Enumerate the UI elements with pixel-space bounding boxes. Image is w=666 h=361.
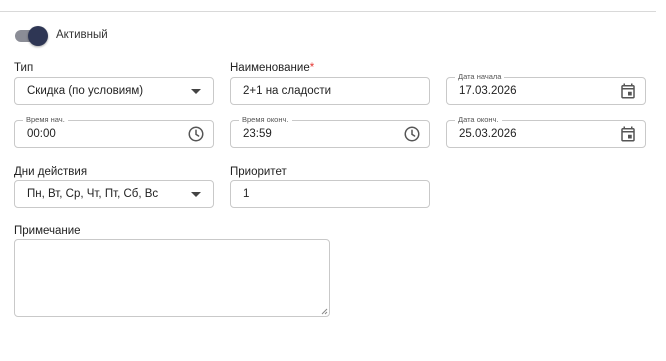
toggle-thumb (28, 26, 48, 46)
days-select[interactable]: Пн, Вт, Ср, Чт, Пт, Сб, Вс (14, 180, 214, 208)
active-toggle-label: Активный (56, 29, 108, 41)
top-divider (0, 11, 656, 12)
priority-input-value: 1 (243, 188, 250, 200)
note-label: Примечание (14, 225, 81, 237)
name-label: Наименование* (230, 62, 314, 74)
calendar-icon[interactable] (619, 125, 637, 143)
clock-icon[interactable] (403, 125, 421, 143)
clock-icon[interactable] (187, 125, 205, 143)
end-time-value: 23:59 (243, 128, 272, 140)
name-input[interactable]: 2+1 на сладости (230, 77, 430, 105)
start-time-field[interactable]: Время нач. 00:00 (14, 115, 214, 148)
type-select[interactable]: Скидка (по условиям) (14, 77, 214, 105)
start-date-field[interactable]: Дата начала 17.03.2026 (446, 72, 646, 105)
resize-grip-icon[interactable] (320, 307, 328, 315)
days-label: Дни действия (14, 166, 88, 178)
note-textarea[interactable] (14, 239, 330, 317)
type-select-value: Скидка (по условиям) (27, 85, 144, 97)
start-date-value: 17.03.2026 (459, 85, 517, 97)
chevron-down-icon (191, 89, 201, 94)
required-asterisk: * (309, 62, 315, 74)
days-select-value: Пн, Вт, Ср, Чт, Пт, Сб, Вс (27, 188, 159, 200)
start-time-value: 00:00 (27, 128, 56, 140)
end-date-value: 25.03.2026 (459, 128, 517, 140)
calendar-icon[interactable] (619, 82, 637, 100)
name-label-text: Наименование (230, 62, 310, 74)
active-toggle[interactable] (14, 26, 48, 46)
chevron-down-icon (191, 192, 201, 197)
name-input-value: 2+1 на сладости (243, 85, 332, 97)
priority-input[interactable]: 1 (230, 180, 430, 208)
type-label: Тип (14, 62, 34, 74)
end-time-field[interactable]: Время оконч. 23:59 (230, 115, 430, 148)
priority-label: Приоритет (230, 166, 287, 178)
end-date-field[interactable]: Дата оконч. 25.03.2026 (446, 115, 646, 148)
